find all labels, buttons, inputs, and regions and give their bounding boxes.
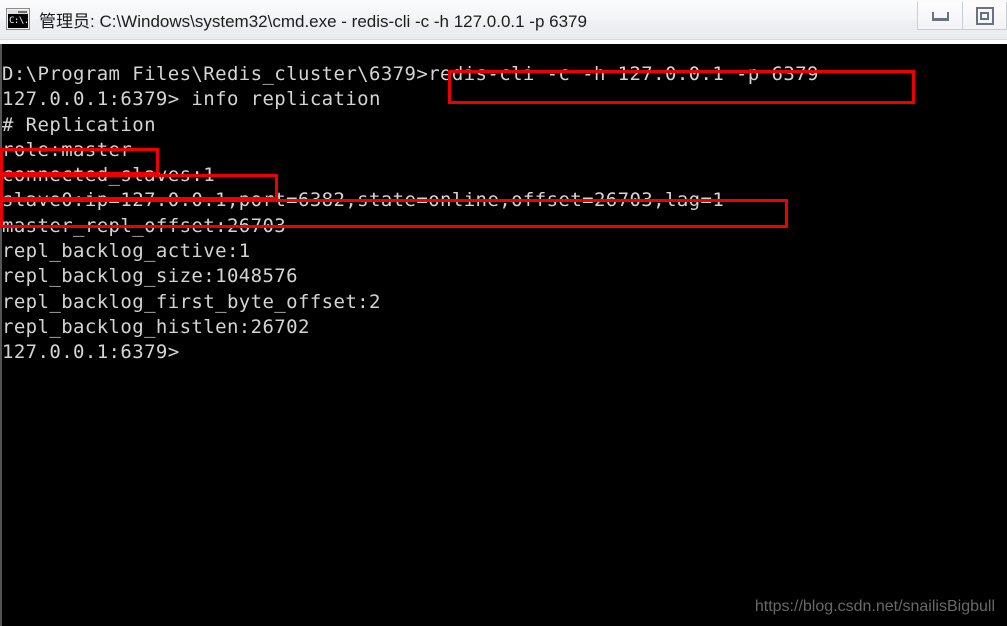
restore-icon [975, 6, 994, 25]
terminal-line: # Replication [2, 113, 156, 136]
cmd-icon-screen: C:\. [8, 14, 28, 28]
terminal-line: slave0:ip=127.0.0.1,port=6382,state=onli… [2, 189, 725, 212]
watermark-text: https://blog.csdn.net/snailisBigbull [754, 598, 995, 615]
restore-icon-inner [980, 11, 989, 20]
window-title: 管理员: C:\Windows\system32\cmd.exe - redis… [39, 11, 587, 31]
terminal-line: repl_backlog_first_byte_offset:2 [2, 290, 381, 313]
screenshot-root: C:\. 管理员: C:\Windows\system32\cmd.exe - … [0, 0, 1007, 626]
terminal-line: repl_backlog_active:1 [2, 240, 251, 263]
terminal-line: master_repl_offset:26703 [2, 214, 287, 237]
terminal-prompt-line: 127.0.0.1:6379> [2, 341, 180, 364]
cmd-icon: C:\. [6, 8, 30, 30]
terminal-line: 127.0.0.1:6379> info replication [2, 88, 381, 111]
titlebar-left-group: C:\. 管理员: C:\Windows\system32\cmd.exe - … [6, 3, 587, 35]
restore-button[interactable] [962, 2, 1007, 30]
terminal-line: D:\Program Files\Redis_cluster\6379>redi… [2, 63, 819, 85]
terminal-output: D:\Program Files\Redis_cluster\6379>redi… [0, 44, 1007, 626]
window-controls [917, 2, 1007, 32]
minimize-icon [931, 12, 949, 21]
window-titlebar: C:\. 管理员: C:\Windows\system32\cmd.exe - … [0, 0, 1007, 40]
terminal-line: repl_backlog_size:1048576 [2, 265, 298, 288]
terminal-line: role:master [2, 138, 133, 161]
terminal-line: connected_slaves:1 [2, 164, 216, 187]
terminal-line: repl_backlog_histlen:26702 [2, 315, 310, 338]
terminal-console[interactable]: D:\Program Files\Redis_cluster\6379>redi… [0, 44, 1007, 626]
minimize-button[interactable] [917, 2, 962, 30]
